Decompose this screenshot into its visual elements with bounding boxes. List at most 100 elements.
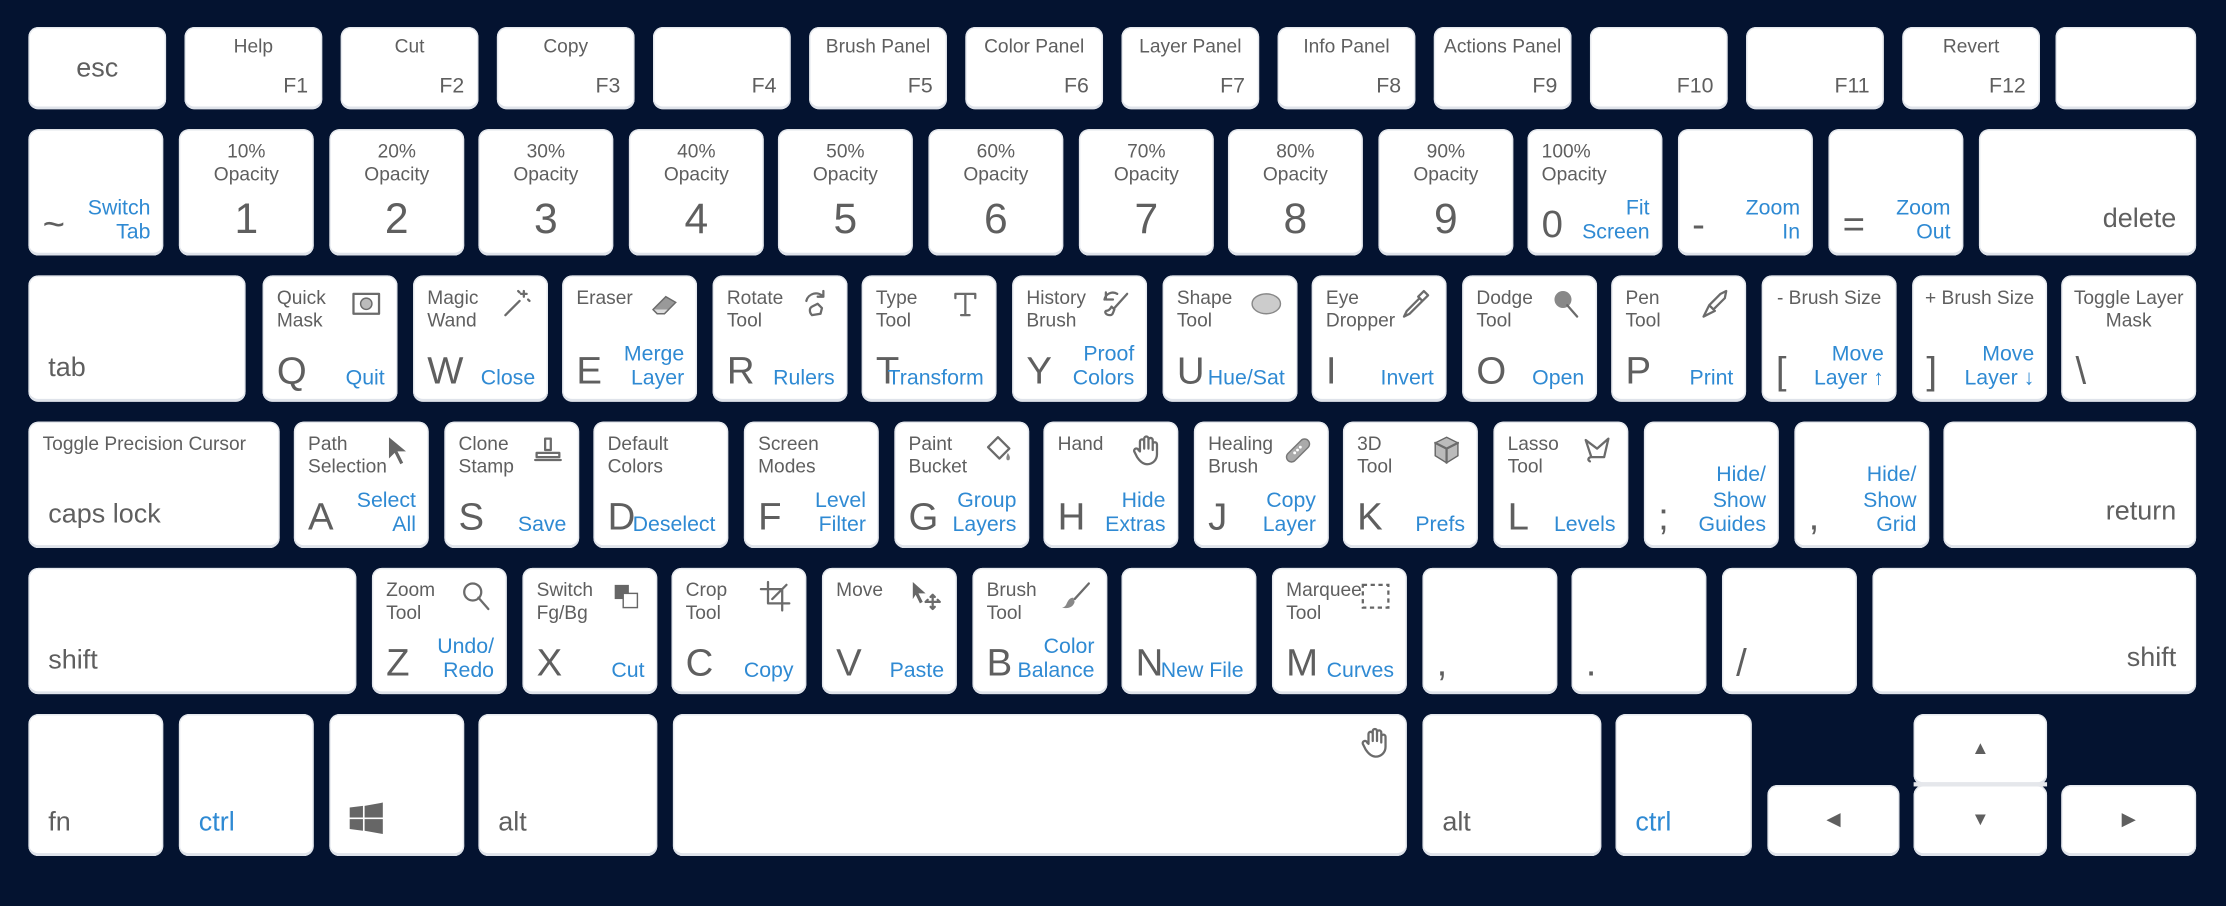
key-return[interactable]: return xyxy=(1943,421,2197,548)
key-function-label: Color Panel xyxy=(984,35,1085,57)
switch-colors-icon xyxy=(609,579,643,613)
key-tab[interactable]: tab xyxy=(28,275,246,402)
key-legend: 7 xyxy=(1134,195,1159,243)
key-function-label: Dodge Tool xyxy=(1476,286,1533,331)
key-function-label: 3D Tool xyxy=(1357,432,1393,477)
key-fn[interactable]: fn xyxy=(28,714,164,857)
key-legend: B xyxy=(986,641,1013,685)
key-legend: N xyxy=(1135,641,1164,685)
key-right[interactable]: ▶ xyxy=(2061,785,2197,857)
key-shortcut-action: Transform xyxy=(887,365,984,391)
key-e[interactable]: Eraser E Merge Layer xyxy=(562,275,698,402)
key-esc[interactable]: esc xyxy=(28,26,167,110)
key-shift[interactable]: shift xyxy=(28,567,357,695)
key-i[interactable]: Eye Dropper I Invert xyxy=(1311,275,1447,402)
key-alt[interactable]: alt xyxy=(1422,714,1602,857)
key-ctrl[interactable]: ctrl xyxy=(1615,714,1752,857)
key-b[interactable]: Brush Tool B Color Balance xyxy=(972,567,1108,695)
key-c[interactable]: Crop Tool C Copy xyxy=(671,567,807,695)
key-shift[interactable]: shift xyxy=(1872,567,2197,695)
key-f4[interactable]: F4 xyxy=(653,26,791,110)
key-function-label: Layer Panel xyxy=(1139,35,1242,57)
key-legend: ctrl xyxy=(1635,807,1672,838)
key-t[interactable]: Type Tool T Transform xyxy=(861,275,997,402)
key-minus[interactable]: - Zoom In xyxy=(1677,129,1813,256)
key-y[interactable]: History Brush Y Proof Colors xyxy=(1012,275,1148,402)
key-1[interactable]: 10% Opacity 1 xyxy=(178,129,314,256)
key-bracket-left[interactable]: - Brush Size [Move Layer ↑ xyxy=(1761,275,1897,402)
key-function-label: Screen Modes xyxy=(758,432,819,477)
key-d[interactable]: Default Colors D Deselect xyxy=(593,421,729,548)
key-shortcut-action: Hide/ Show Grid xyxy=(1863,463,1917,537)
key-shortcut-action: Open xyxy=(1532,365,1585,391)
key-legend: L xyxy=(1507,495,1529,538)
key-g[interactable]: Paint Bucket G Group Layers xyxy=(894,421,1030,548)
key-n[interactable]: N New File xyxy=(1121,567,1257,695)
key-f7[interactable]: Layer Panel F7 xyxy=(1121,26,1260,110)
key-legend: 9 xyxy=(1434,195,1458,243)
key-8[interactable]: 80% Opacity 8 xyxy=(1227,129,1363,256)
key-function-label: Move xyxy=(836,579,884,601)
key-ctrl[interactable]: ctrl xyxy=(178,714,314,857)
key-up[interactable]: ▲ xyxy=(1913,714,2048,786)
key-function-label: Marquee Tool xyxy=(1286,579,1362,623)
key-7[interactable]: 70% Opacity 7 xyxy=(1078,129,1214,256)
key-shortcut-action: Copy xyxy=(743,658,794,683)
key-q[interactable]: Quick Mask Q Quit xyxy=(262,275,398,402)
key-6[interactable]: 60% Opacity 6 xyxy=(928,129,1064,256)
key-x[interactable]: Switch Fg/Bg X Cut xyxy=(522,567,658,695)
key-f5[interactable]: Brush Panel F5 xyxy=(809,26,947,110)
key-l[interactable]: Lasso Tool L Levels xyxy=(1493,421,1629,548)
key-comma[interactable]: , Hide/ Show Grid xyxy=(1794,421,1930,548)
key-0[interactable]: 100% Opacity 0 Fit Screen xyxy=(1527,129,1663,256)
key-w[interactable]: Magic Wand W Close xyxy=(413,275,548,402)
key-f[interactable]: Screen Modes F Level Filter xyxy=(743,421,879,548)
key-blank[interactable] xyxy=(2055,26,2197,110)
key-function-label: Eye Dropper xyxy=(1325,286,1396,331)
key-p[interactable]: Pen Tool P Print xyxy=(1611,275,1747,402)
key-left[interactable]: ◀ xyxy=(1767,785,1900,857)
key-z[interactable]: Zoom Tool Z Undo/ Redo xyxy=(371,567,507,695)
key-s[interactable]: Clone Stamp S Save xyxy=(444,421,580,548)
key-delete[interactable]: delete xyxy=(1978,129,2197,256)
key-2[interactable]: 20% Opacity 2 xyxy=(329,129,465,256)
key-f8[interactable]: Info Panel F8 xyxy=(1277,26,1416,110)
key-4[interactable]: 40% Opacity 4 xyxy=(628,129,764,256)
key-function-label: Cut xyxy=(394,35,425,57)
key-f9[interactable]: Actions Panel F9 xyxy=(1433,26,1572,110)
key-r[interactable]: Rotate Tool R Rulers xyxy=(712,275,848,402)
key-shortcut-action: Levels xyxy=(1553,512,1616,537)
key-alt[interactable]: alt xyxy=(478,714,658,857)
key-down[interactable]: ▼ xyxy=(1913,785,2048,857)
key-windows[interactable] xyxy=(329,714,465,857)
key-j[interactable]: Healing Brush J Copy Layer xyxy=(1193,421,1329,548)
key-3[interactable]: 30% Opacity 3 xyxy=(478,129,614,256)
key-9[interactable]: 90% Opacity 9 xyxy=(1378,129,1514,256)
key-tilde[interactable]: ~ Switch Tab xyxy=(28,129,164,256)
key-k[interactable]: 3D Tool K Prefs xyxy=(1342,421,1478,548)
key-v[interactable]: Move V Paste xyxy=(821,567,957,695)
key-caps-lock[interactable]: Toggle Precision Cursor caps lock xyxy=(28,421,280,548)
key-hand[interactable] xyxy=(672,714,1407,857)
key-bracket-right[interactable]: + Brush Size] Move Layer ↓ xyxy=(1912,275,2048,402)
key-f11[interactable]: F11 xyxy=(1746,26,1884,110)
key-h[interactable]: Hand H Hide Extras xyxy=(1043,421,1179,548)
key-f3[interactable]: Copy F3 xyxy=(496,26,635,110)
key-comma[interactable]: , xyxy=(1422,567,1558,695)
key-semicolon[interactable]: ; Hide/ Show Guides xyxy=(1643,421,1779,548)
key-period[interactable]: . xyxy=(1571,567,1707,695)
key-m[interactable]: Marquee Tool M Curves xyxy=(1271,567,1407,695)
key-f6[interactable]: Color Panel F6 xyxy=(965,26,1104,110)
key-f10[interactable]: F10 xyxy=(1589,26,1728,110)
key-backslash[interactable]: Toggle Layer Mask \ xyxy=(2061,275,2197,402)
key-a[interactable]: Path Selection A Select All xyxy=(293,421,429,548)
key-equals[interactable]: = Zoom Out xyxy=(1828,129,1964,256)
key-function-label: Brush Panel xyxy=(825,35,931,57)
key-f1[interactable]: Help F1 xyxy=(184,26,323,110)
key-5[interactable]: 50% Opacity 5 xyxy=(777,129,913,256)
key-f2[interactable]: Cut F2 xyxy=(340,26,479,110)
key-f12[interactable]: Revert F12 xyxy=(1902,26,2040,110)
key-slash[interactable]: / xyxy=(1721,567,1857,695)
key-o[interactable]: Dodge Tool O Open xyxy=(1462,275,1598,402)
key-u[interactable]: Shape Tool U Hue/Sat xyxy=(1162,275,1298,402)
